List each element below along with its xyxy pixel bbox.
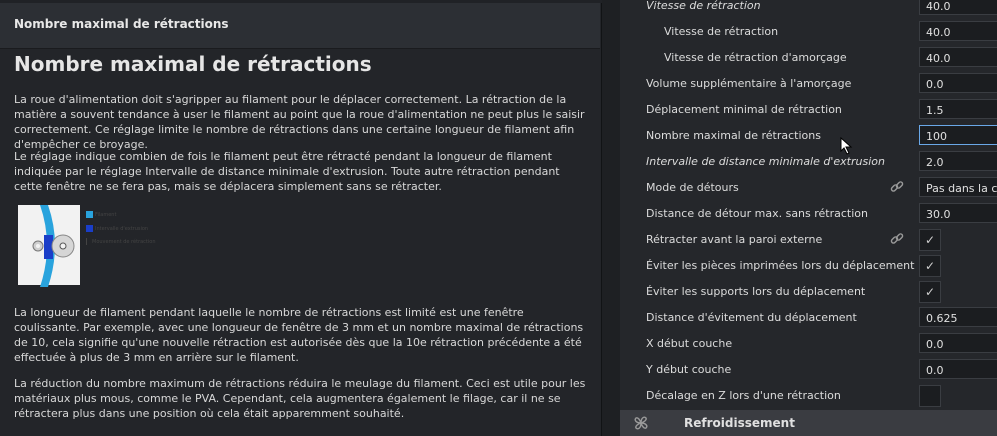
setting-value-field[interactable]: 40.0 (919, 21, 997, 41)
tooltip-paragraph-4: La réduction du nombre maximum de rétrac… (14, 377, 586, 420)
setting-label: Rétracter avant la paroi externe (646, 233, 823, 246)
tooltip-header: Nombre maximal de rétractions (0, 0, 602, 49)
setting-label: Éviter les pièces imprimées lors du dépl… (646, 259, 915, 272)
setting-label: Éviter les supports lors du déplacement (646, 285, 866, 298)
setting-value-field[interactable]: 0.625 (919, 307, 997, 327)
setting-checkbox[interactable]: ✓ (919, 281, 941, 303)
setting-row: Vitesse de rétraction d'amorçage 40.0 (620, 45, 997, 71)
legend-retraction: Mouvement de rétraction (86, 238, 156, 245)
setting-label: Distance d'évitement du déplacement (646, 311, 857, 324)
link-icon[interactable] (890, 180, 906, 196)
setting-label: Mode de détours (646, 181, 739, 194)
tooltip-title: Nombre maximal de rétractions (14, 52, 372, 76)
mouse-cursor-icon (840, 137, 853, 155)
setting-label: X début couche (646, 337, 733, 350)
setting-row: Vitesse de rétraction 40.0 (620, 19, 997, 45)
setting-checkbox[interactable] (919, 385, 941, 407)
setting-value-field[interactable]: Pas dans la co (919, 177, 997, 197)
setting-value-field[interactable]: 0.0 (919, 73, 997, 93)
setting-row: Nombre maximal de rétractions 100 (620, 123, 997, 149)
settings-panel: Vitesse de rétraction 40.0 Vitesse de rétr… (602, 0, 997, 436)
legend-interval: Intervalle d'extrusion (86, 225, 148, 232)
idler-wheel-hub (36, 244, 40, 248)
setting-row: Décalage en Z lors d'une rétraction (620, 383, 997, 409)
setting-value-field[interactable]: 0.0 (919, 333, 997, 353)
setting-checkbox[interactable]: ✓ (919, 255, 941, 277)
setting-row: Intervalle de distance minimale d'extrus… (620, 149, 997, 175)
setting-row: Distance d'évitement du déplacement 0.625 (620, 305, 997, 331)
settings-list[interactable]: Vitesse de rétraction 40.0 Vitesse de rétr… (620, 0, 997, 432)
setting-label: Nombre maximal de rétractions (646, 129, 821, 142)
retraction-diagram: Filament Intervalle d'extrusion Mouvemen… (18, 205, 183, 290)
setting-value-field[interactable]: 30.0 (919, 203, 997, 223)
setting-row: Mode de détours Pas dans la co (620, 175, 997, 201)
setting-value-field[interactable]: 0.0 (919, 359, 997, 379)
setting-value-field[interactable]: 2.0 (919, 151, 997, 171)
tooltip-header-title: Nombre maximal de rétractions (14, 17, 229, 31)
legend-swatch-filament (86, 211, 93, 218)
setting-row: Déplacement minimal de rétraction 1.5 (620, 97, 997, 123)
setting-row: Volume supplémentaire à l'amorçage 0.0 (620, 71, 997, 97)
setting-value-field[interactable]: 40.0 (919, 47, 997, 67)
legend-swatch-interval (86, 225, 93, 232)
section-title-cooling: Refroidissement (684, 416, 795, 430)
setting-row: Vitesse de rétraction 40.0 (620, 0, 997, 19)
setting-label: Distance de détour max. sans rétraction (646, 207, 868, 220)
legend-label-retraction: Mouvement de rétraction (92, 239, 156, 245)
legend-label-filament: Filament (95, 212, 117, 218)
setting-label: Déplacement minimal de rétraction (646, 103, 842, 116)
link-icon[interactable] (890, 232, 906, 248)
legend-swatch-retraction (86, 238, 90, 245)
setting-label: Vitesse de rétraction (664, 25, 779, 38)
legend-filament: Filament (86, 211, 116, 218)
setting-label: Vitesse de rétraction (646, 0, 761, 12)
setting-row: Distance de détour max. sans rétraction 3… (620, 201, 997, 227)
setting-value-field[interactable]: 1.5 (919, 99, 997, 119)
tooltip-paragraph-2: Le réglage indique combien de fois le fi… (14, 150, 560, 193)
fan-icon (634, 416, 648, 430)
setting-label: Décalage en Z lors d'une rétraction (646, 389, 841, 402)
feeder-wheel-illustration (32, 205, 75, 287)
setting-row: Rétracter avant la paroi externe ✓ (620, 227, 997, 253)
tooltip-panel: Nombre maximal de rétractions Nombre max… (0, 0, 602, 436)
setting-row: Éviter les supports lors du déplacement ✓ (620, 279, 997, 305)
setting-checkbox[interactable]: ✓ (919, 229, 941, 251)
section-header-cooling[interactable]: Refroidissement (620, 410, 997, 436)
tooltip-paragraph-3: La longueur de filament pendant laquelle… (14, 306, 584, 364)
legend-label-interval: Intervalle d'extrusion (95, 226, 149, 232)
setting-value-field[interactable]: 40.0 (919, 0, 997, 15)
header-top-strip (0, 0, 602, 3)
setting-row: Éviter les pièces imprimées lors du dépl… (620, 253, 997, 279)
setting-label: Volume supplémentaire à l'amorçage (646, 77, 852, 90)
setting-label: Vitesse de rétraction d'amorçage (664, 51, 847, 64)
tooltip-paragraph-1: La roue d'alimentation doit s'agripper a… (14, 93, 585, 151)
setting-value-field[interactable]: 100 (919, 125, 997, 145)
feed-wheel-hub (59, 242, 67, 250)
setting-row: X début couche 0.0 (620, 331, 997, 357)
setting-row: Y début couche 0.0 (620, 357, 997, 383)
setting-label: Y début couche (646, 363, 732, 376)
setting-label: Intervalle de distance minimale d'extrus… (646, 155, 885, 168)
